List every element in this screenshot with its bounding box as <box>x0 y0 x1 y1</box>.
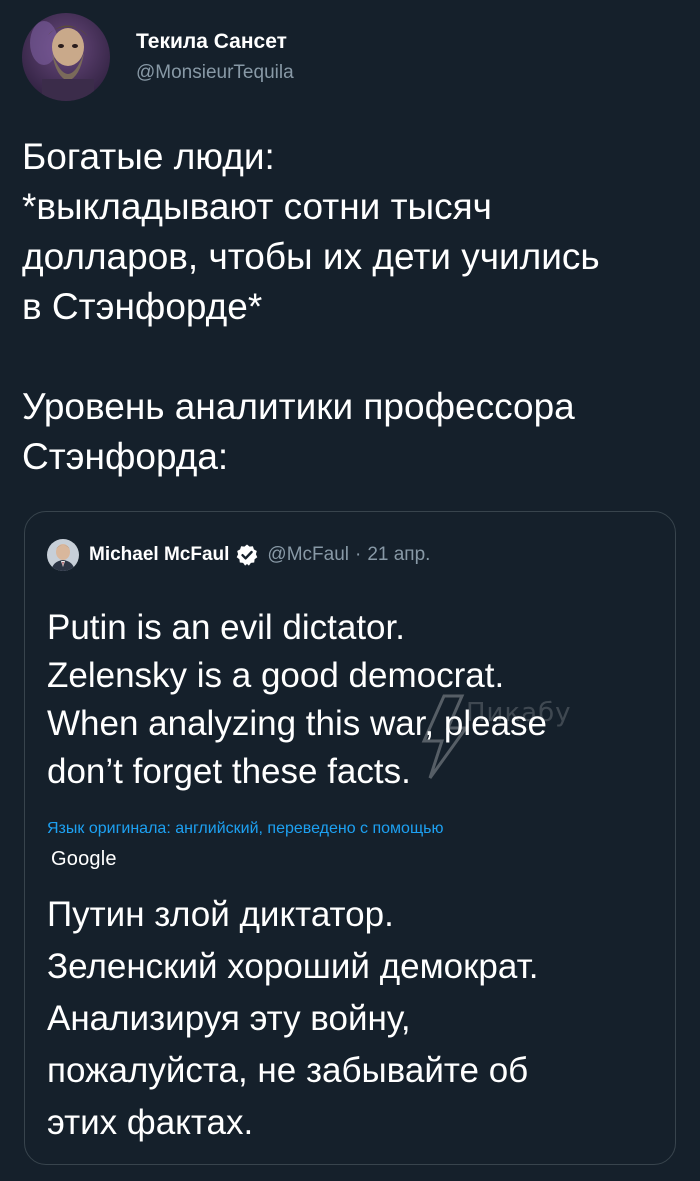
quoted-original-line: don’t forget these facts. <box>47 752 411 791</box>
quoted-tweet[interactable]: Michael McFaul @McFaul · 21 апр. Putin i… <box>24 511 676 1165</box>
author-names: Текила Сансет @MonsieurTequila <box>136 29 294 85</box>
watermark-text: Пикабу <box>466 698 572 728</box>
tweet-line: долларов, чтобы их дети учились <box>22 236 600 277</box>
quoted-translated-line: пожалуйста, не забывайте об <box>47 1051 529 1090</box>
tweet-line: *выкладывают сотни тысяч <box>22 186 492 227</box>
google-translate-logo: Google <box>51 848 117 870</box>
quoted-translated-line: этих фактах. <box>47 1103 254 1142</box>
man-in-suit-avatar-icon <box>47 539 79 571</box>
tweet-paragraph-gap <box>22 332 672 382</box>
tweet-line: Богатые люди: <box>22 136 275 177</box>
author-display-name[interactable]: Текила Сансет <box>136 29 294 55</box>
verified-badge-icon <box>237 544 258 566</box>
tweet-line: в Стэнфорде* <box>22 286 263 327</box>
tweet-author: Текила Сансет @MonsieurTequila <box>22 12 294 102</box>
author-avatar[interactable] <box>22 13 110 101</box>
quoted-translated-line: Анализируя эту войну, <box>47 999 411 1038</box>
quoted-translated-line: Путин злой диктатор. <box>47 895 394 934</box>
quoted-author-handle[interactable]: @McFaul <box>267 544 349 566</box>
tweet-line: Стэнфорда: <box>22 436 229 477</box>
tweet-text: Богатые люди: *выкладывают сотни тысяч д… <box>22 132 672 482</box>
quoted-tweet-date[interactable]: 21 апр. <box>367 544 430 566</box>
author-handle[interactable]: @MonsieurTequila <box>136 61 294 85</box>
header-separator: · <box>355 544 362 565</box>
quoted-original-line: Putin is an evil dictator. <box>47 608 405 647</box>
translation-note-link[interactable]: Язык оригинала: английский, переведено с… <box>47 818 667 840</box>
quoted-original-line: Zelensky is a good democrat. <box>47 656 505 695</box>
quoted-tweet-header: Michael McFaul @McFaul · 21 апр. <box>47 538 430 572</box>
quoted-translated-line: Зеленский хороший демократ. <box>47 947 539 986</box>
quoted-author-name[interactable]: Michael McFaul <box>89 544 229 566</box>
quoted-author-avatar[interactable] <box>47 539 79 571</box>
quoted-translated-text: Путин злой диктатор. Зеленский хороший д… <box>47 889 667 1149</box>
tweet-line: Уровень аналитики профессора <box>22 386 575 427</box>
bearded-man-avatar-icon <box>22 13 110 101</box>
tweet: Текила Сансет @MonsieurTequila Богатые л… <box>0 0 700 1181</box>
